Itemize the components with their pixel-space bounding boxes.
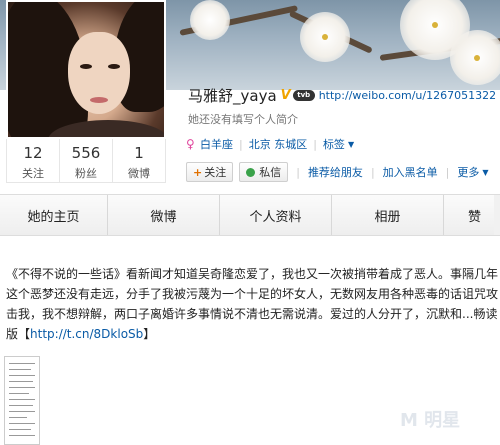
recommend-link[interactable]: 推荐给朋友 <box>308 164 363 180</box>
divider: | <box>445 165 450 179</box>
tab-profile-info[interactable]: 个人资料 <box>220 195 332 235</box>
avatar[interactable] <box>6 0 166 139</box>
more-dropdown[interactable]: 更多 <box>457 164 479 180</box>
profile-stats: 12 关注 556 粉丝 1 微博 <box>6 139 166 183</box>
profile-tabs: 她的主页 微博 个人资料 相册 赞 <box>0 194 500 236</box>
location-link[interactable]: 北京 东城区 <box>249 136 308 152</box>
follow-button-label: 关注 <box>204 166 227 179</box>
tab-weibo[interactable]: 微博 <box>108 195 220 235</box>
post-content: 《不得不说的一些话》看新闻才知道吴奇隆恋爱了，我也又一次被捎带着成了恶人。事隔几… <box>6 264 500 344</box>
stat-posts-label: 微博 <box>128 167 150 180</box>
divider: | <box>370 165 375 179</box>
watermark-logo: M 明星 <box>400 410 461 431</box>
stat-posts[interactable]: 1 微博 <box>113 139 165 182</box>
verified-badge-icon[interactable]: V <box>281 88 291 103</box>
stat-followers-label: 粉丝 <box>75 167 97 180</box>
profile-url-link[interactable]: http://weibo.com/u/1267051322 <box>319 89 496 102</box>
tab-album[interactable]: 相册 <box>332 195 444 235</box>
profile-tags: ♀ 白羊座 | 北京 东城区 | 标签 ▼ <box>186 135 354 153</box>
profile-header: 马雅舒_yaya V tvb http://weibo.com/u/126705… <box>188 84 496 106</box>
blacklist-link[interactable]: 加入黑名单 <box>383 164 438 180</box>
message-icon <box>246 167 256 177</box>
stat-posts-count: 1 <box>134 144 144 162</box>
message-button-label: 私信 <box>259 166 282 179</box>
profile-name: 马雅舒_yaya <box>188 86 277 105</box>
divider: | <box>239 137 243 151</box>
female-icon: ♀ <box>186 137 195 151</box>
divider: | <box>296 165 300 179</box>
post-short-link[interactable]: http://t.cn/8DkloSb <box>30 327 143 341</box>
message-button[interactable]: 私信 <box>239 162 289 182</box>
tags-dropdown[interactable]: 标签 <box>323 136 345 152</box>
media-badge-icon: tvb <box>292 89 315 101</box>
stat-following-label: 关注 <box>22 167 44 180</box>
stat-followers-count: 556 <box>71 144 101 162</box>
chevron-down-icon: ▼ <box>347 139 355 149</box>
post-image-thumbnail[interactable] <box>4 356 40 445</box>
profile-bio: 她还没有填写个人简介 <box>188 113 298 126</box>
profile-actions: + 关注 私信 | 推荐给朋友 | 加入黑名单 | 更多 ▼ <box>186 161 489 183</box>
tab-likes[interactable]: 赞 <box>444 195 494 235</box>
stat-following-count: 12 <box>23 144 43 162</box>
stat-following[interactable]: 12 关注 <box>7 139 60 182</box>
plus-icon: + <box>193 165 203 179</box>
stat-followers[interactable]: 556 粉丝 <box>60 139 113 182</box>
chevron-down-icon: ▼ <box>482 167 489 177</box>
horoscope-link[interactable]: 白羊座 <box>200 136 233 152</box>
divider: | <box>313 137 317 151</box>
tab-home[interactable]: 她的主页 <box>0 195 108 235</box>
follow-button[interactable]: + 关注 <box>186 162 234 182</box>
post-text-close: 】 <box>143 327 156 341</box>
